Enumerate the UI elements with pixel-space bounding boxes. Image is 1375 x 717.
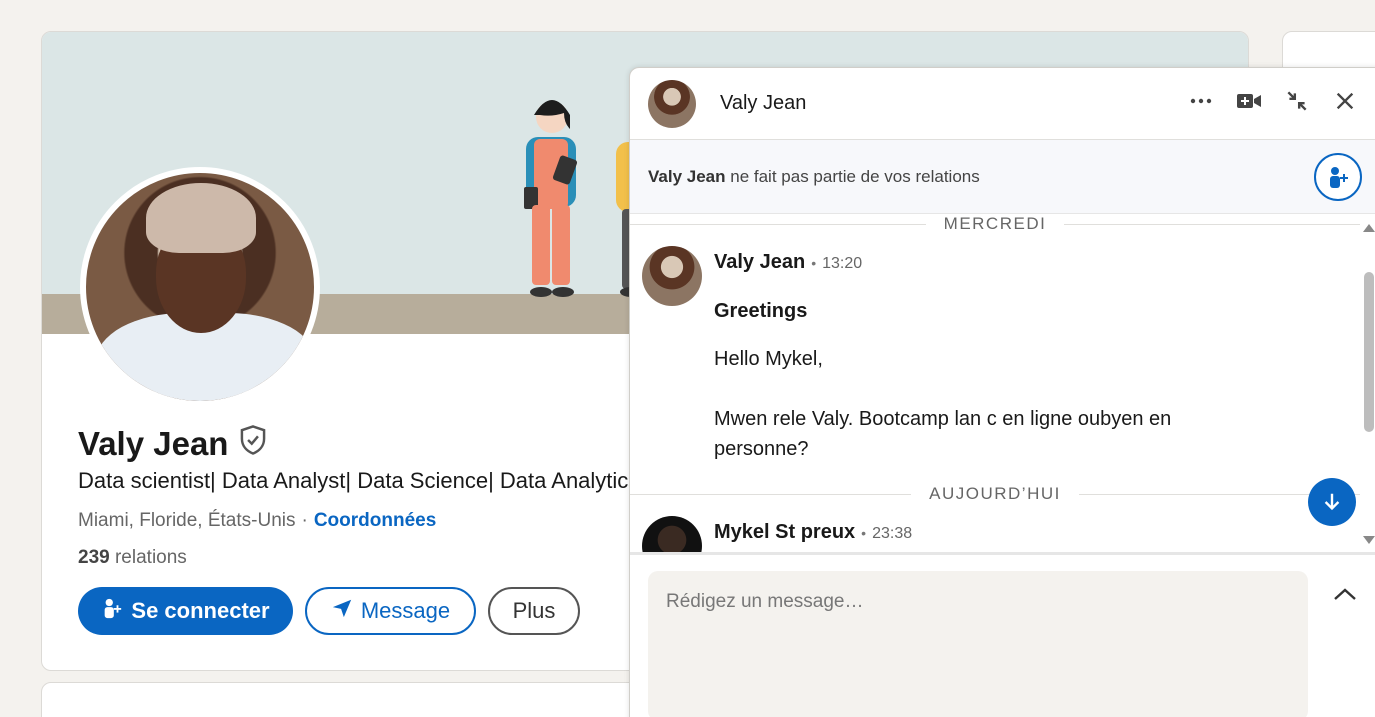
message-input[interactable] — [648, 571, 1308, 717]
add-person-icon — [101, 597, 123, 625]
scroll-thumb[interactable] — [1364, 272, 1374, 432]
jump-to-latest-button[interactable] — [1308, 478, 1356, 526]
location-separator: · — [301, 510, 308, 531]
sender-avatar[interactable] — [642, 246, 702, 306]
close-icon[interactable] — [1330, 86, 1360, 116]
profile-location-line: Miami, Floride, États-Unis · Coordonnées — [78, 510, 436, 532]
scroll-up-arrow-icon[interactable] — [1363, 224, 1375, 232]
relations-count: 239 — [78, 547, 110, 568]
message-time: 13:20 — [822, 255, 863, 272]
sender-name[interactable]: Mykel St preux — [714, 521, 855, 544]
arrow-down-icon — [1324, 493, 1340, 511]
date-separator: MERCREDI — [630, 214, 1360, 234]
message-meta: Mykel St preux • 23:38 — [714, 521, 912, 544]
profile-headline: Data scientist| Data Analyst| Data Scien… — [78, 468, 638, 493]
profile-name: Valy Jean — [78, 424, 268, 464]
messaging-header[interactable]: Valy Jean — [630, 68, 1375, 140]
avatar-headwrap — [146, 183, 256, 253]
message-thread[interactable]: MERCREDI Valy Jean • 13:20 Greetings Hel… — [630, 214, 1360, 552]
profile-relations[interactable]: 239 relations — [78, 547, 187, 569]
date-label: AUJOURD’HUI — [911, 484, 1079, 503]
contact-info-link[interactable]: Coordonnées — [314, 510, 436, 532]
sender-name[interactable]: Valy Jean — [714, 251, 805, 274]
add-person-icon — [1330, 167, 1348, 188]
message-meta: Valy Jean • 13:20 — [714, 251, 862, 274]
more-options-icon[interactable] — [1186, 86, 1216, 116]
notice-message: ne fait pas partie de vos relations — [730, 167, 980, 186]
message-button[interactable]: Message — [305, 587, 476, 635]
chevron-up-icon — [1334, 588, 1356, 600]
header-actions — [1186, 86, 1360, 116]
video-call-icon[interactable] — [1234, 86, 1264, 116]
notice-contact-name[interactable]: Valy Jean — [648, 167, 726, 186]
message-body: Greetings Hello Mykel, Mwen rele Valy. B… — [714, 296, 1234, 494]
verified-shield-icon[interactable] — [238, 424, 268, 464]
profile-actions: Se connecter Message Plus — [78, 587, 580, 635]
profile-name-text: Valy Jean — [78, 425, 229, 462]
sender-avatar[interactable] — [642, 516, 702, 552]
add-connection-button[interactable] — [1314, 153, 1362, 201]
message-item: Mykel St preux • 23:38 — [642, 516, 1342, 552]
secondary-card — [41, 682, 641, 717]
message-paragraph: Hello Mykel, — [714, 348, 823, 370]
header-contact-name[interactable]: Valy Jean — [720, 92, 806, 115]
message-subject: Greetings — [714, 300, 808, 322]
thread-scrollbar[interactable] — [1363, 218, 1375, 548]
meta-dot: • — [811, 255, 817, 271]
expand-composer-button[interactable] — [1330, 579, 1360, 609]
relations-label: relations — [114, 547, 187, 568]
date-separator: AUJOURD’HUI — [630, 484, 1360, 504]
more-button[interactable]: Plus — [488, 587, 580, 635]
message-paragraph: Mwen rele Valy. Bootcamp lan c en ligne … — [714, 408, 1172, 460]
minimize-icon[interactable] — [1282, 86, 1312, 116]
messaging-panel: Valy Jean Valy Jean ne fait pas partie d… — [629, 67, 1375, 717]
connect-button-label: Se connecter — [131, 598, 270, 623]
profile-avatar[interactable] — [80, 167, 320, 407]
header-avatar[interactable] — [648, 80, 696, 128]
send-arrow-icon — [331, 597, 353, 625]
notice-text: Valy Jean ne fait pas partie de vos rela… — [648, 167, 980, 187]
connect-button[interactable]: Se connecter — [78, 587, 293, 635]
message-time: 23:38 — [872, 525, 913, 542]
scroll-down-arrow-icon[interactable] — [1363, 536, 1375, 544]
message-button-label: Message — [360, 598, 451, 623]
message-composer — [630, 552, 1375, 717]
date-label: MERCREDI — [925, 214, 1065, 233]
message-item: Valy Jean • 13:20 Greetings Hello Mykel,… — [642, 246, 1342, 496]
meta-dot: • — [861, 525, 867, 541]
not-connected-notice: Valy Jean ne fait pas partie de vos rela… — [630, 140, 1375, 214]
profile-location: Miami, Floride, États-Unis — [78, 510, 296, 531]
